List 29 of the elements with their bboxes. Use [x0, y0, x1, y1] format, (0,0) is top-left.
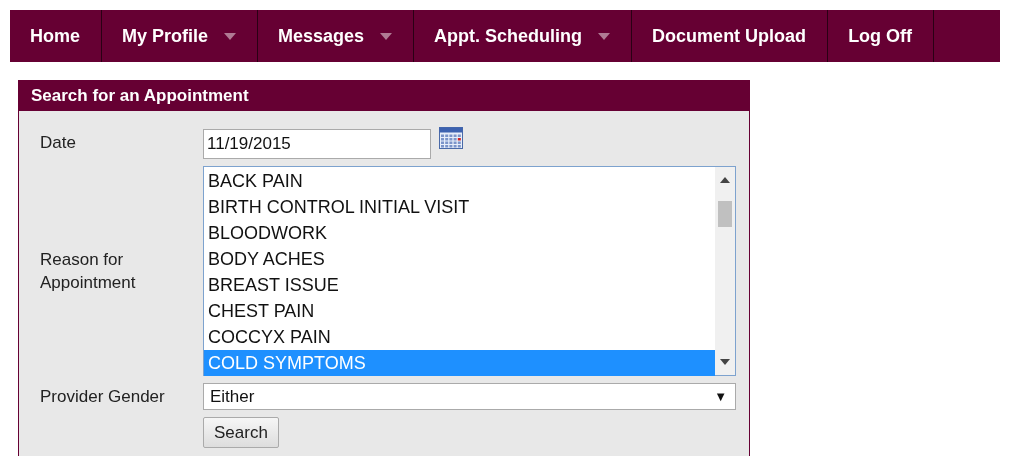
- reason-label: Reason for Appointment: [40, 249, 137, 294]
- reason-listbox[interactable]: BACK PAIN BIRTH CONTROL INITIAL VISIT BLOODWORK BODY ACHES BREAST ISSUE CHEST PAIN COCCYX PAIN COLD SYMPTOMS: [203, 166, 736, 376]
- calendar-icon[interactable]: [439, 127, 463, 149]
- nav-link[interactable]: Appt. Scheduling: [414, 10, 633, 62]
- list-option[interactable]: BACK PAIN: [204, 168, 715, 194]
- nav-link[interactable]: Document Upload: [632, 10, 829, 62]
- scroll-thumb[interactable]: [718, 201, 732, 227]
- list-option[interactable]: COCCYX PAIN: [204, 324, 715, 350]
- scroll-down-icon[interactable]: [720, 359, 730, 365]
- scroll-up-icon[interactable]: [720, 177, 730, 183]
- scrollbar[interactable]: [715, 167, 735, 375]
- list-option[interactable]: BLOODWORK: [204, 220, 715, 246]
- date-label: Date: [40, 132, 77, 154]
- list-option[interactable]: CHEST PAIN: [204, 298, 715, 324]
- search-button[interactable]: Search: [203, 417, 279, 448]
- nav-link[interactable]: Messages: [258, 10, 415, 62]
- caret-icon: [380, 32, 393, 40]
- panel-title: Search for an Appointment: [19, 81, 749, 111]
- list-option[interactable]: BREAST ISSUE: [204, 272, 715, 298]
- date-field[interactable]: 11/19/2015: [203, 129, 431, 159]
- nav-link[interactable]: Home: [10, 10, 102, 62]
- caret-icon: [598, 32, 611, 40]
- nav-link[interactable]: My Profile: [102, 10, 259, 62]
- gender-dropdown[interactable]: Either ▼: [203, 383, 736, 410]
- nav-link[interactable]: Log Off: [828, 10, 935, 62]
- list-option[interactable]: BIRTH CONTROL INITIAL VISIT: [204, 194, 715, 220]
- caret-icon: [224, 32, 237, 40]
- list-option[interactable]: BODY ACHES: [204, 246, 715, 272]
- gender-label: Provider Gender: [40, 386, 166, 408]
